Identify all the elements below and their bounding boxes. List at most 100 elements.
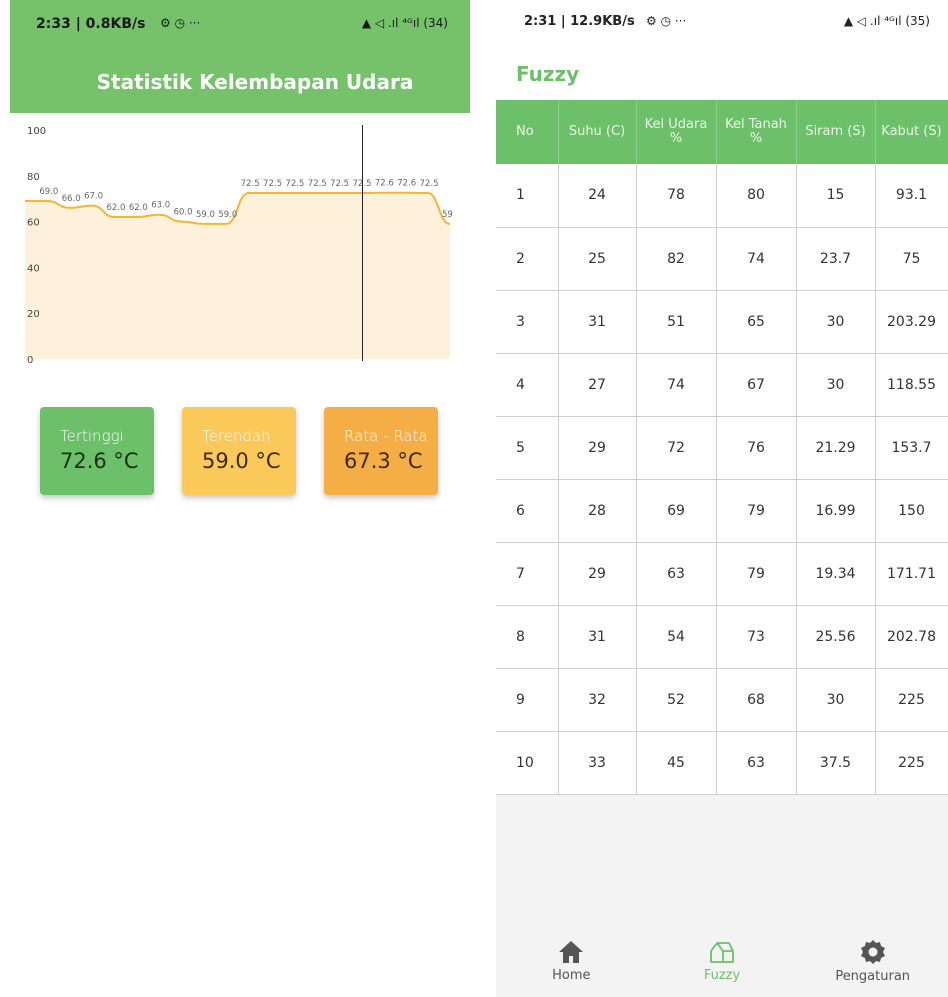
table-cell: 9	[496, 668, 559, 732]
table-cell: 63	[716, 731, 797, 795]
table-cell: 32	[558, 668, 637, 732]
table-cell: 8	[496, 605, 559, 669]
highest-card: Tertinggi 72.6 °C	[40, 407, 154, 495]
status-bar: 2:31 | 12.9KB/s ⚙ ◷ ··· ▲ ◁ .ıl ⁴ᴳıl (35…	[496, 0, 948, 40]
table-row[interactable]: 2 25 82 74 23.7 75	[496, 227, 948, 291]
nav-settings[interactable]: Pengaturan	[797, 925, 948, 997]
table-cell: 80	[716, 164, 797, 228]
app-bar: Statistik Kelembapan Udara	[10, 50, 470, 113]
table-cell: 202.78	[875, 605, 948, 669]
table-row[interactable]: 1 24 78 80 15 93.1	[496, 164, 948, 228]
humidity-chart[interactable]: 100806040200069.066.067.062.062.063.060.…	[25, 125, 453, 365]
y-tick-label: 20	[27, 309, 40, 320]
nav-home-label: Home	[552, 967, 591, 983]
table-cell: 3	[496, 290, 559, 354]
average-value: 67.3 °C	[344, 449, 423, 473]
data-label: 72.5	[241, 179, 260, 189]
status-time: 2:33 | 0.8KB/s	[36, 16, 146, 32]
average-label: Rata - Rata	[344, 427, 428, 445]
table-row[interactable]: 7 29 63 79 19.34 171.71	[496, 542, 948, 606]
data-label: 72.5	[308, 179, 327, 189]
header-kel-tanah: Kel Tanah %	[716, 100, 797, 164]
table-row[interactable]: 8 31 54 73 25.56 202.78	[496, 605, 948, 669]
table-cell: 19.34	[796, 542, 876, 606]
table-cell: 118.55	[875, 353, 948, 417]
table-cell: 79	[716, 479, 797, 543]
table-cell: 10	[496, 731, 559, 795]
table-cell: 203.29	[875, 290, 948, 354]
table-row[interactable]: 3 31 51 65 30 203.29	[496, 290, 948, 354]
home-icon	[559, 940, 584, 963]
table-cell: 171.71	[875, 542, 948, 606]
data-label: 62.0	[106, 203, 125, 213]
table-cell: 30	[796, 290, 876, 354]
table-cell: 79	[716, 542, 797, 606]
fuzzy-screen: 2:31 | 12.9KB/s ⚙ ◷ ··· ▲ ◁ .ıl ⁴ᴳıl (35…	[496, 0, 948, 997]
table-row[interactable]: 5 29 72 76 21.29 153.7	[496, 416, 948, 480]
table-cell: 153.7	[875, 416, 948, 480]
table-cell: 150	[875, 479, 948, 543]
table-row[interactable]: 4 27 74 67 30 118.55	[496, 353, 948, 417]
table-cell: 45	[636, 731, 717, 795]
data-label: 59	[442, 210, 453, 220]
y-tick-label: 60	[27, 218, 40, 229]
y-tick-label: 40	[27, 263, 40, 274]
nav-fuzzy-label: Fuzzy	[703, 967, 741, 983]
table-cell: 30	[796, 353, 876, 417]
table-cell: 16.99	[796, 479, 876, 543]
table-row[interactable]: 9 32 52 68 30 225	[496, 668, 948, 732]
table-cell: 25.56	[796, 605, 876, 669]
gear-icon	[860, 939, 885, 964]
y-tick-label: 80	[27, 172, 40, 183]
nav-settings-label: Pengaturan	[835, 968, 911, 984]
table-cell: 52	[636, 668, 717, 732]
data-label: 63.0	[151, 201, 170, 211]
data-label: 62.0	[129, 203, 148, 213]
lowest-label: Terendah	[202, 427, 271, 445]
data-label: 67.0	[84, 192, 103, 202]
table-cell: 74	[636, 353, 717, 417]
table-cell: 54	[636, 605, 717, 669]
data-label: 59.0	[196, 210, 215, 220]
table-cell: 6	[496, 479, 559, 543]
bottom-nav: Home Fuzzy Pengaturan	[496, 925, 948, 997]
data-label: 72.5	[263, 179, 282, 189]
table-cell: 73	[716, 605, 797, 669]
table-cell: 31	[558, 605, 637, 669]
table-cell: 2	[496, 227, 559, 291]
data-label: 72.5	[420, 179, 439, 189]
table-cell: 4	[496, 353, 559, 417]
table-cell: 24	[558, 164, 637, 228]
table-cell: 65	[716, 290, 797, 354]
table-cell: 67	[716, 353, 797, 417]
header-kel-udara: Kel Udara %	[636, 100, 717, 164]
table-cell: 63	[636, 542, 717, 606]
table-row[interactable]: 6 28 69 79 16.99 150	[496, 479, 948, 543]
data-label: 69.0	[39, 187, 58, 197]
highest-value: 72.6 °C	[60, 449, 139, 473]
status-extras: ⚙ ◷ ···	[646, 14, 687, 28]
data-label: 60.0	[174, 208, 193, 218]
table-cell: 27	[558, 353, 637, 417]
data-label: 72.6	[397, 179, 416, 189]
humidity-stats-screen: 2:33 | 0.8KB/s ⚙ ◷ ··· ▲ ◁ .ıl ⁴ᴳıl (34)…	[10, 0, 470, 997]
table-row[interactable]: 10 33 45 63 37.5 225	[496, 731, 948, 795]
page-title: Fuzzy	[516, 62, 580, 86]
table-cell: 82	[636, 227, 717, 291]
table-cell: 29	[558, 542, 637, 606]
status-bar: 2:33 | 0.8KB/s ⚙ ◷ ··· ▲ ◁ .ıl ⁴ᴳıl (34)	[10, 0, 470, 50]
data-label: 72.5	[330, 179, 349, 189]
data-label: 59.0	[218, 210, 237, 220]
chart-cursor-line[interactable]	[362, 125, 363, 361]
nav-home[interactable]: Home	[496, 925, 647, 997]
header-kabut: Kabut (S)	[875, 100, 948, 164]
fuzzy-table: No Suhu (C) Kel Udara % Kel Tanah % Sira…	[496, 100, 948, 795]
status-signal-icons: ▲ ◁ .ıl ⁴ᴳıl (34)	[361, 16, 448, 30]
table-cell: 29	[558, 416, 637, 480]
header-siram: Siram (S)	[796, 100, 876, 164]
lowest-value: 59.0 °C	[202, 449, 281, 473]
nav-fuzzy[interactable]: Fuzzy	[647, 925, 798, 997]
table-cell: 25	[558, 227, 637, 291]
highest-label: Tertinggi	[60, 427, 124, 445]
table-cell: 31	[558, 290, 637, 354]
